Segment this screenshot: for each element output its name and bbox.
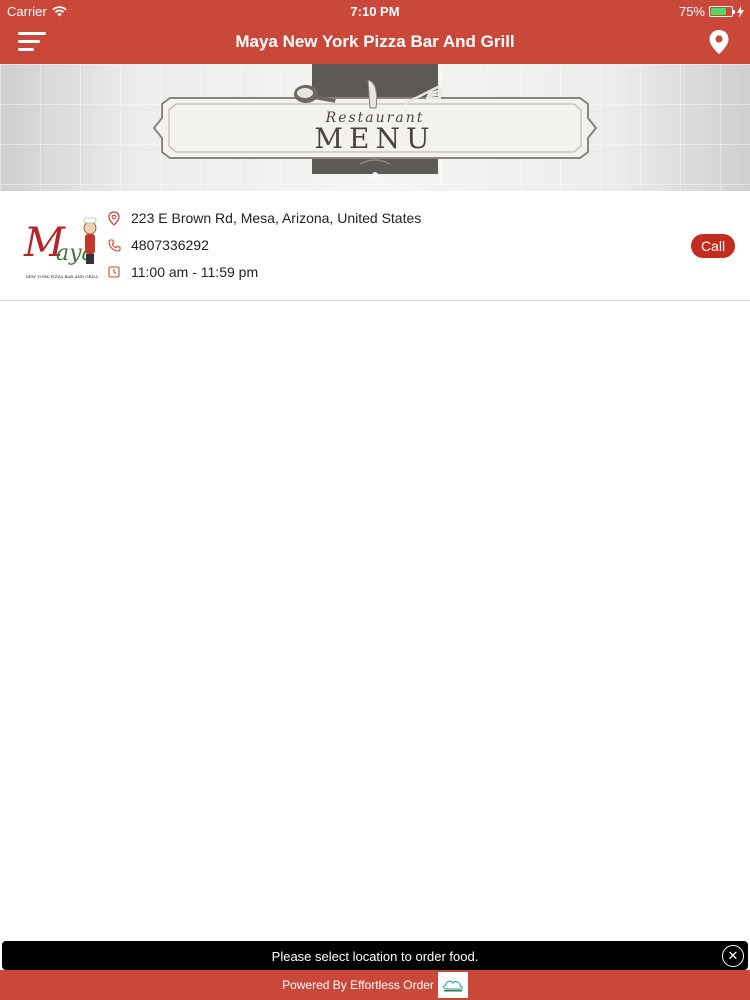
battery-indicator: 75% bbox=[679, 4, 744, 19]
battery-percent: 75% bbox=[678, 4, 705, 19]
clock-icon bbox=[106, 264, 122, 280]
footer-bar: Powered By Effortless Order bbox=[0, 970, 750, 1000]
hours-row: 11:00 am - 11:59 pm bbox=[106, 262, 258, 282]
page-title: Maya New York Pizza Bar And Grill bbox=[235, 32, 515, 51]
footer-powered-by: Powered By Effortless Order bbox=[282, 978, 434, 992]
banner-title: Restaurant MENU bbox=[150, 110, 600, 155]
location-pin-icon bbox=[106, 210, 122, 226]
toast-message: Please select location to order food. bbox=[271, 949, 479, 964]
call-button[interactable]: Call bbox=[691, 234, 735, 258]
close-icon[interactable]: ✕ bbox=[722, 945, 744, 967]
restaurant-hours: 11:00 am - 11:59 pm bbox=[131, 264, 259, 280]
restaurant-phone: 4807336292 bbox=[131, 237, 209, 253]
restaurant-address: 223 E Brown Rd, Mesa, Arizona, United St… bbox=[131, 210, 422, 226]
restaurant-info-card: M aya NEW YORK PIZZA BAR AND GRILL 223 E… bbox=[0, 191, 750, 301]
battery-cap bbox=[733, 10, 735, 14]
battery-fill bbox=[711, 8, 726, 15]
menu-banner[interactable]: Restaurant MENU bbox=[0, 64, 750, 191]
address-row: 223 E Brown Rd, Mesa, Arizona, United St… bbox=[106, 208, 421, 228]
banner-big-text: MENU bbox=[314, 122, 436, 155]
status-bar: Carrier 7:10 PM 75% bbox=[0, 0, 750, 22]
app-header-bar: Carrier 7:10 PM 75% Maya New York Pizza … bbox=[0, 0, 750, 64]
location-toast: Please select location to order food. ✕ bbox=[2, 941, 748, 970]
banner-page-indicator bbox=[0, 165, 750, 183]
restaurant-logo: M aya NEW YORK PIZZA BAR AND GRILL bbox=[23, 217, 99, 279]
effortless-order-logo[interactable] bbox=[437, 972, 468, 998]
battery-icon bbox=[709, 6, 735, 17]
spoon-icon bbox=[294, 85, 336, 103]
phone-icon bbox=[106, 237, 122, 253]
phone-row: 4807336292 bbox=[106, 235, 209, 255]
map-pin-icon[interactable] bbox=[708, 29, 730, 55]
status-time: 7:10 PM bbox=[350, 4, 400, 19]
logo-subtext: NEW YORK PIZZA BAR AND GRILL bbox=[25, 274, 98, 279]
charging-bolt-icon bbox=[737, 5, 744, 18]
